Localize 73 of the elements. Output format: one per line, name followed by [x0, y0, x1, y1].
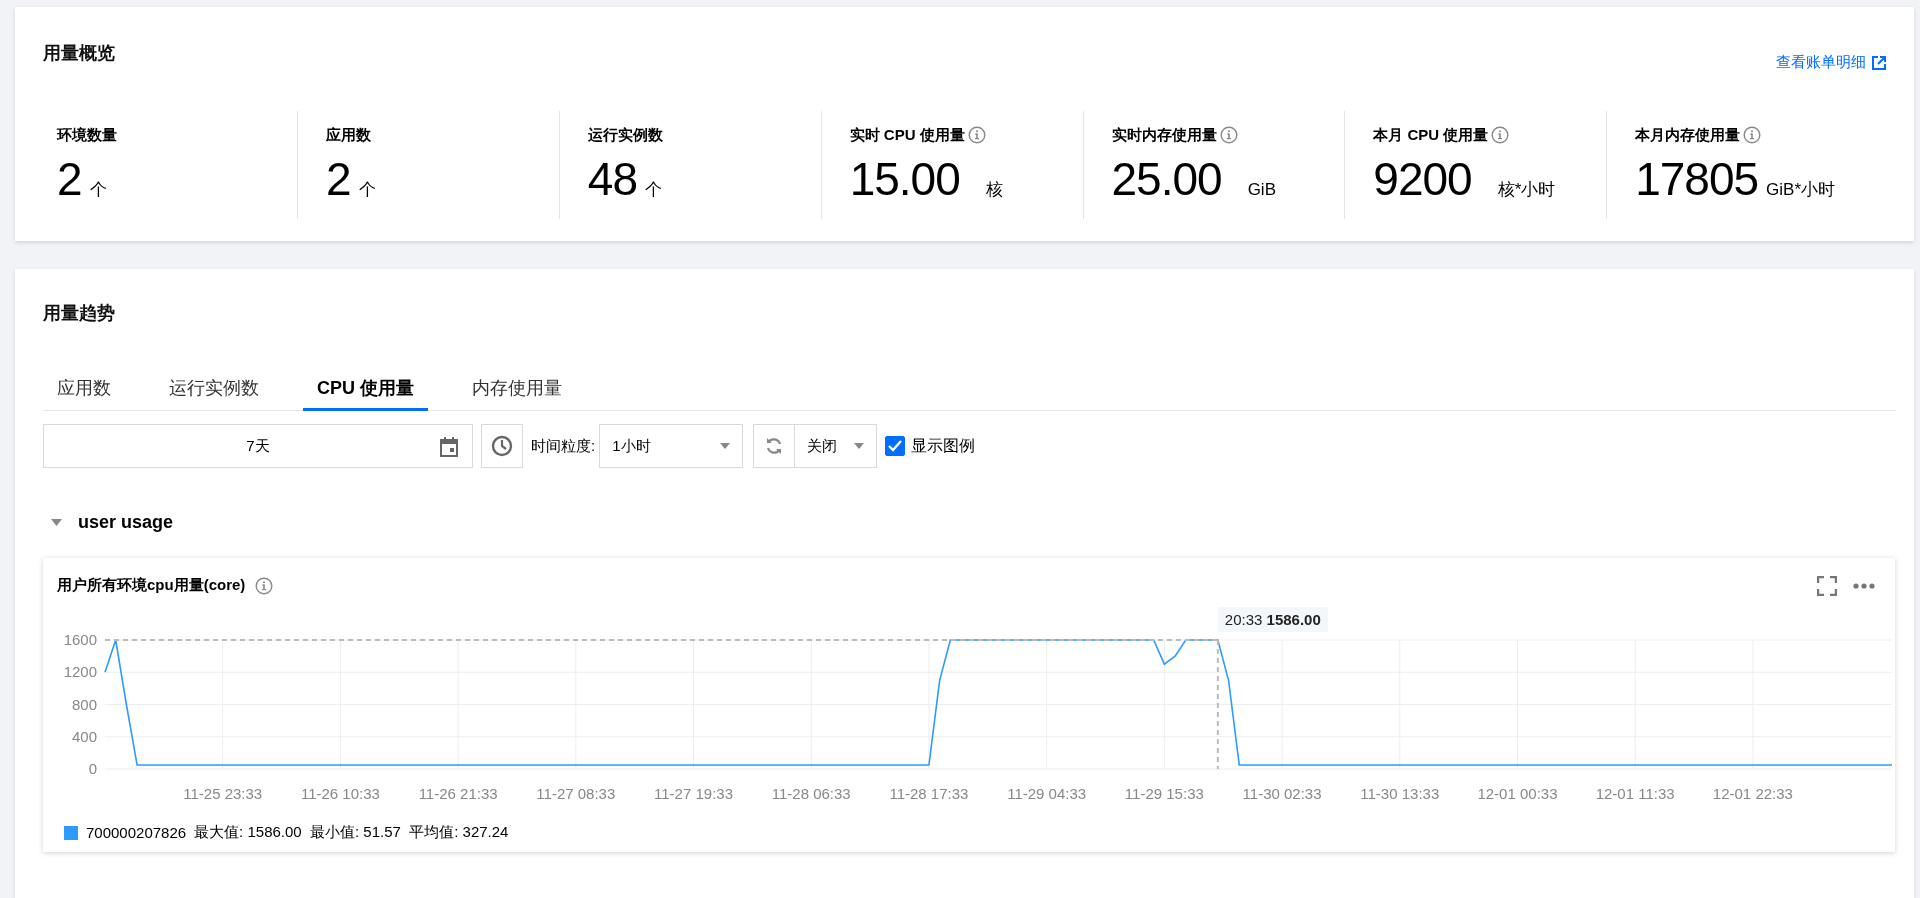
chart-tooltip: 20:33 1586.00 [1217, 607, 1328, 632]
x-axis-label: 11-30 02:33 [1242, 785, 1322, 802]
chart-title: 用户所有环境cpu用量(core) [57, 576, 246, 595]
stat-value: 25.00 [1111, 152, 1222, 206]
x-axis-label: 11-30 13:33 [1360, 785, 1440, 802]
info-icon[interactable] [255, 576, 274, 595]
auto-refresh-select[interactable]: 关闭 [795, 424, 878, 468]
x-axis-label: 11-28 17:33 [889, 785, 969, 802]
y-axis-label: 1200 [63, 663, 97, 681]
x-axis-label: 11-27 19:33 [654, 785, 733, 802]
stat-label: 实时 CPU 使用量 [849, 125, 965, 145]
info-icon[interactable] [967, 126, 986, 144]
stat-label: 运行实例数 [587, 125, 663, 145]
x-axis-label: 12-01 00:33 [1477, 785, 1558, 802]
info-icon[interactable] [1491, 126, 1510, 144]
tab[interactable]: CPU 使用量 [303, 376, 428, 411]
clock-icon [491, 435, 513, 457]
granularity-select[interactable]: 1小时 [599, 424, 744, 468]
legend-checkbox[interactable] [885, 436, 906, 456]
external-link-icon [1872, 55, 1886, 70]
card-title: 用量概览 [43, 42, 115, 65]
x-axis-label: 11-26 10:33 [300, 785, 380, 802]
x-axis-label: 12-01 11:33 [1595, 785, 1675, 802]
stat-label: 本月内存使用量 [1635, 125, 1741, 145]
caret-icon [720, 443, 731, 449]
stat-unit: GiB [1247, 180, 1276, 200]
calendar-icon [440, 437, 458, 457]
more-icon[interactable] [1853, 583, 1875, 589]
stat-label: 实时内存使用量 [1111, 125, 1217, 145]
card-title: 用量趋势 [43, 302, 116, 325]
stat-unit: 核 [985, 179, 1003, 201]
y-axis-label: 0 [88, 760, 97, 777]
stat-unit: 个 [89, 179, 107, 201]
x-axis-label: 11-27 08:33 [536, 785, 616, 802]
granularity-label: 时间粒度: [531, 436, 596, 456]
refresh-button[interactable] [753, 424, 796, 468]
stat-value: 9200 [1373, 152, 1472, 206]
x-axis-label: 12-01 22:33 [1712, 785, 1793, 802]
stat-unit: 核*小时 [1497, 179, 1556, 201]
legend-stats: 最大值: 1586.00 最小值: 51.57 平均值: 327.24 [194, 823, 509, 842]
y-axis-label: 800 [71, 695, 97, 713]
stat-unit: GiB*小时 [1766, 179, 1836, 201]
fullscreen-icon[interactable] [1817, 576, 1837, 596]
group-toggle[interactable]: user usage [51, 512, 1896, 533]
info-icon[interactable] [1219, 126, 1238, 144]
billing-link[interactable]: 查看账单明细 [1776, 53, 1886, 72]
tab[interactable]: 运行实例数 [155, 376, 273, 411]
x-axis-label: 11-25 23:33 [183, 785, 263, 802]
x-axis-label: 11-26 21:33 [418, 785, 498, 802]
stat-unit: 个 [645, 179, 662, 201]
date-range-field[interactable]: 7天 [43, 424, 473, 468]
y-axis-label: 1600 [63, 631, 97, 648]
checkbox-label: 显示图例 [911, 435, 976, 456]
stat-unit: 个 [358, 179, 376, 201]
x-axis-label: 11-29 15:33 [1124, 785, 1204, 802]
stat-label: 应用数 [326, 125, 371, 145]
info-icon[interactable] [1743, 126, 1762, 144]
caret-icon [854, 443, 865, 449]
stat-label: 环境数量 [57, 125, 117, 145]
clock-button[interactable] [481, 424, 523, 468]
tab[interactable]: 内存使用量 [458, 376, 576, 411]
tab[interactable]: 应用数 [43, 376, 125, 411]
stat-value: 17805 [1635, 152, 1759, 206]
stat-label: 本月 CPU 使用量 [1373, 125, 1489, 145]
x-axis-label: 11-29 04:33 [1007, 785, 1087, 802]
stat-value: 48 [587, 152, 637, 206]
caret-icon [51, 519, 62, 526]
stat-value: 15.00 [849, 152, 960, 206]
stat-value: 2 [326, 152, 351, 206]
x-axis-label: 11-28 06:33 [771, 785, 851, 802]
stat-value: 2 [57, 152, 82, 206]
legend-label: 700000207826 [86, 824, 187, 841]
y-axis-label: 400 [71, 727, 97, 745]
